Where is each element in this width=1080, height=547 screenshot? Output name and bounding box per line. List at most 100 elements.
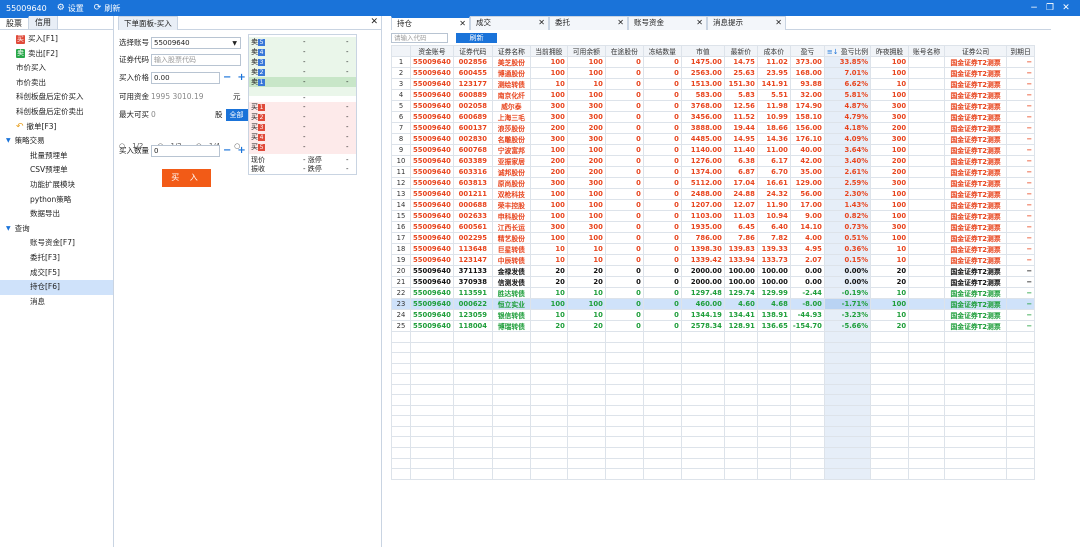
table-row[interactable]: 4 55009640 600889 南京化纤 100 100 0 0 583.00 5.83 5.5… — [391, 89, 1036, 101]
table-row[interactable]: 1 55009640 002856 美芝股份 100 100 0 0 1475.00 14.75 1… — [391, 56, 1036, 68]
table-row[interactable]: 8 55009640 002830 名雕股份 300 300 0 0 4485.00 14.95 1… — [391, 133, 1036, 145]
table-row[interactable]: 13 55009640 001211 双枪科技 100 100 0 0 2488.00 24.88… — [391, 188, 1036, 200]
nav-item[interactable]: 买买入[F1] — [0, 32, 113, 47]
account-select[interactable]: 55009640 ▼ — [151, 36, 241, 49]
tab-stock[interactable]: 股票 — [0, 16, 29, 29]
nav-item[interactable]: 科创板盘后定价卖出 — [0, 105, 113, 120]
nav-item-label: 市价卖出 — [16, 77, 46, 87]
nav-item[interactable]: 市价买入 — [0, 61, 113, 76]
table-row[interactable]: 23 55009640 000622 恒立实业 100 100 0 0 460.00 4.60 4.… — [391, 298, 1036, 310]
sort-icon[interactable]: ≡↓ — [827, 48, 841, 56]
nav-item[interactable]: ▼ 查询 — [0, 222, 113, 237]
column-header[interactable]: 可用余额 — [566, 45, 606, 57]
close-icon[interactable]: ✕ — [775, 17, 782, 29]
tab-result[interactable]: 成交 ✕ — [470, 16, 549, 30]
refresh-button[interactable]: ⟳ 刷新 — [94, 3, 121, 14]
column-header[interactable]: 成本价 — [756, 45, 791, 57]
nav-item[interactable]: 消息 — [0, 295, 113, 310]
tab-result[interactable]: 消息提示 ✕ — [707, 16, 786, 30]
table-row[interactable]: 16 55009640 600561 江西长运 300 300 0 0 1935.00 6.45 6… — [391, 221, 1036, 233]
nav-item[interactable]: 成交[F5] — [0, 266, 113, 281]
table-row[interactable]: 5 55009640 002058 威尔泰 300 300 0 0 3768.00 12.56 11… — [391, 100, 1036, 112]
nav-item[interactable]: 批量预埋单 — [0, 149, 113, 164]
close-icon[interactable]: ✕ — [1058, 3, 1074, 13]
nav-item[interactable]: ↶ 撤单[F3] — [0, 120, 113, 135]
tab-buy-order[interactable]: 下单面板-买入 — [118, 16, 178, 30]
table-row[interactable]: 7 55009640 600137 浪莎股份 200 200 0 0 3888.00 19.44 1… — [391, 122, 1036, 134]
nav-item[interactable]: 功能扩展模块 — [0, 178, 113, 193]
nav-item[interactable]: 持仓[F6] — [0, 280, 113, 295]
column-header[interactable]: 账号名称 — [908, 45, 946, 57]
nav-item[interactable]: 数据导出 — [0, 207, 113, 222]
table-row[interactable]: 2 55009640 600455 博通股份 100 100 0 0 2563.00 25.63 2… — [391, 67, 1036, 79]
table-row[interactable]: 22 55009640 113591 胜达转债 10 10 0 0 1297.48 129.74 1… — [391, 287, 1036, 299]
buy-button[interactable]: 买 入 — [162, 169, 211, 187]
tab-result[interactable]: 持仓 ✕ — [391, 16, 470, 30]
column-header[interactable]: ≡↓ 盈亏比例 — [823, 45, 872, 57]
table-row[interactable]: 15 55009640 002633 申科股份 100 100 0 0 1103.00 11.03… — [391, 210, 1036, 222]
column-header[interactable]: 昨夜拥股 — [870, 45, 910, 57]
cell-mv: 1103.00 — [680, 210, 725, 222]
tab-result[interactable]: 账号资金 ✕ — [628, 16, 707, 30]
table-row[interactable]: 9 55009640 600768 宁波富邦 100 100 0 0 1140.00 11.40 1… — [391, 144, 1036, 156]
price-minus-button[interactable]: − — [220, 72, 234, 83]
column-header[interactable] — [391, 45, 411, 57]
minimize-icon[interactable]: − — [1026, 3, 1042, 13]
table-row[interactable]: 20 55009640 371133 金禄发债 20 20 0 0 2000.00 100.00 1… — [391, 265, 1036, 277]
nav-item[interactable]: CSV预埋单 — [0, 163, 113, 178]
table-row[interactable]: 12 55009640 603813 原尚股份 300 300 0 0 5112.00 17.04… — [391, 177, 1036, 189]
close-icon[interactable]: ✕ — [459, 18, 466, 30]
column-header[interactable]: 证券名称 — [491, 45, 531, 57]
nav-item[interactable]: 市价卖出 — [0, 76, 113, 91]
close-icon[interactable]: ✕ — [538, 17, 545, 29]
table-row[interactable]: 17 55009640 002295 精艺股份 100 100 0 0 786.00 7.86 7.… — [391, 232, 1036, 244]
column-header[interactable]: 到期日 — [1006, 45, 1036, 57]
close-icon[interactable]: ✕ — [370, 17, 378, 27]
close-icon[interactable]: ✕ — [617, 17, 624, 29]
table-row[interactable]: 25 55009640 118004 博瑞转债 20 20 0 0 2578.34 128.91 1… — [391, 320, 1036, 332]
table-row[interactable]: 3 55009640 123177 测绘转债 10 10 0 0 1513.00 151.30 14… — [391, 78, 1036, 90]
column-header[interactable]: 当前拥股 — [529, 45, 568, 57]
all-button[interactable]: 全部 — [225, 108, 248, 121]
nav-item[interactable]: 账号资金[F7] — [0, 236, 113, 251]
nav-item[interactable]: 委托[F3] — [0, 251, 113, 266]
qty-plus-button[interactable]: + — [234, 145, 248, 156]
nav-item[interactable]: 科创板盘后定价买入 — [0, 90, 113, 105]
maximize-icon[interactable]: ❐ — [1042, 3, 1058, 13]
table-row[interactable]: 21 55009640 370938 信测发债 20 20 0 0 2000.00 100.00 1… — [391, 276, 1036, 288]
price-input[interactable]: 0.00 — [151, 71, 220, 84]
column-header[interactable]: 市值 — [680, 45, 725, 57]
table-row[interactable]: 10 55009640 603389 亚振家居 200 200 0 0 1276.00 6.38 6… — [391, 155, 1036, 167]
code-input[interactable]: 输入股票代码 — [151, 53, 241, 66]
qty-minus-button[interactable]: − — [220, 145, 234, 156]
column-header[interactable]: 证券公司 — [944, 45, 1008, 57]
qty-input[interactable]: 0 — [151, 144, 220, 157]
empty-cell — [642, 362, 682, 375]
tab-result[interactable]: 委托 ✕ — [549, 16, 628, 30]
nav-item[interactable]: ▼ 策略交易 — [0, 134, 113, 149]
nav-item[interactable]: python策略 — [0, 193, 113, 208]
column-header[interactable]: 资金账号 — [410, 45, 454, 57]
column-header[interactable]: 盈亏 — [789, 45, 825, 57]
quote-footer-cell: 振收 — [251, 165, 265, 173]
column-header[interactable]: 冻结数量 — [642, 45, 682, 57]
empty-cell — [410, 394, 454, 406]
nav-item[interactable]: 卖卖出[F2] — [0, 47, 113, 62]
nav-item-label: 账号资金[F7] — [30, 238, 75, 248]
column-header[interactable]: 在途股份 — [604, 45, 644, 57]
table-row[interactable]: 11 55009640 603316 诚邦股份 200 200 0 0 1374.00 6.87 6… — [391, 166, 1036, 178]
table-row[interactable]: 24 55009640 123059 银信转债 10 10 0 0 1344.19 134.41 1… — [391, 309, 1036, 321]
table-row[interactable]: 6 55009640 600689 上海三毛 300 300 0 0 3456.00 11.52 1… — [391, 111, 1036, 123]
table-row[interactable]: 18 55009640 113648 巨星转债 10 10 0 0 1398.30 139.83 1… — [391, 243, 1036, 255]
table-row[interactable]: 14 55009640 000688 荣丰控股 100 100 0 0 1207.00 12.07… — [391, 199, 1036, 211]
search-input[interactable]: 请输入代码 — [391, 33, 448, 43]
settings-button[interactable]: ⚙ 设置 — [57, 3, 84, 14]
tab-credit[interactable]: 信用 — [29, 16, 58, 29]
table-row[interactable]: 19 55009640 123147 中辰转债 10 10 0 0 1339.42 133.94 1… — [391, 254, 1036, 266]
refresh-button[interactable]: 刷新 — [456, 33, 497, 43]
close-icon[interactable]: ✕ — [696, 17, 703, 29]
nav-item-label: 买入[F1] — [28, 34, 58, 43]
column-header[interactable]: 证券代码 — [452, 45, 493, 57]
price-plus-button[interactable]: + — [234, 72, 248, 83]
column-header[interactable]: 最新价 — [723, 45, 758, 57]
